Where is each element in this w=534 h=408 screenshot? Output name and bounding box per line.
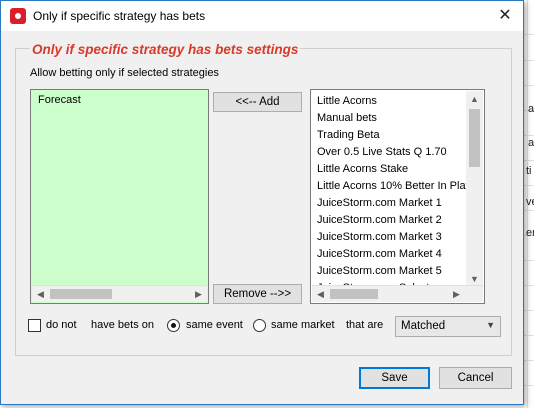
same-event-radio[interactable] — [167, 319, 180, 332]
close-icon[interactable]: ✕ — [493, 5, 517, 27]
list-item[interactable]: Little Acorns 10% Better In Play — [317, 178, 471, 195]
that-are-label: that are — [346, 319, 384, 331]
scrollbar-thumb[interactable] — [469, 109, 480, 167]
list-item[interactable]: JuiceStorm.com Market 5 — [317, 263, 471, 280]
horizontal-scrollbar[interactable]: ◀ ▶ — [312, 285, 483, 302]
strategy-bets-dialog: Only if specific strategy has bets ✕ Onl… — [0, 0, 524, 405]
list-item[interactable]: Little Acorns Stake — [317, 161, 471, 178]
bet-status-select[interactable]: Matched ▼ — [395, 316, 501, 337]
scrollbar-thumb[interactable] — [50, 289, 112, 299]
do-not-label: do not — [46, 319, 77, 331]
have-bets-on-label: have bets on — [91, 319, 154, 331]
remove-button[interactable]: Remove -->> — [213, 284, 302, 304]
bet-status-value: Matched — [401, 320, 446, 332]
list-item[interactable]: Manual bets — [317, 110, 471, 127]
list-item[interactable]: JuiceStorm.com Market 2 — [317, 212, 471, 229]
title-bar[interactable]: Only if specific strategy has bets ✕ — [1, 1, 523, 31]
same-event-label[interactable]: same event — [186, 319, 243, 331]
scroll-left-icon[interactable]: ◀ — [312, 286, 329, 302]
scroll-left-icon[interactable]: ◀ — [32, 286, 49, 302]
list-item[interactable]: Forecast — [38, 94, 81, 106]
list-item[interactable]: Little Acorns — [317, 93, 471, 110]
background-cell-text: ve — [526, 196, 534, 208]
background-cell-text: en — [526, 227, 534, 239]
cancel-button[interactable]: Cancel — [439, 367, 512, 389]
add-button[interactable]: <<-- Add — [213, 92, 302, 112]
scroll-right-icon[interactable]: ▶ — [448, 286, 465, 302]
same-market-label[interactable]: same market — [271, 319, 335, 331]
window-title: Only if specific strategy has bets — [33, 9, 206, 23]
scroll-up-icon[interactable]: ▲ — [466, 91, 483, 107]
list-item[interactable]: Over 0.5 Live Stats Q 1.70 — [317, 144, 471, 161]
list-item[interactable]: JuiceStorm.com Market 4 — [317, 246, 471, 263]
available-strategies-list[interactable]: Little Acorns Manual bets Trading Beta Over… — [310, 89, 485, 304]
do-not-checkbox[interactable] — [28, 319, 41, 332]
vertical-scrollbar[interactable]: ▲ ▼ — [466, 91, 483, 287]
background-cell-text: a — [528, 103, 534, 115]
same-market-radio[interactable] — [253, 319, 266, 332]
scrollbar-thumb[interactable] — [330, 289, 378, 299]
scroll-right-icon[interactable]: ▶ — [190, 286, 207, 302]
selected-strategies-list[interactable]: Forecast ◀ ▶ — [30, 89, 209, 304]
group-heading: Only if specific strategy has bets setti… — [30, 42, 301, 57]
group-subheading: Allow betting only if selected strategie… — [30, 67, 219, 79]
app-logo-icon — [10, 8, 26, 24]
background-cell-text: ti — [526, 165, 532, 177]
save-button[interactable]: Save — [359, 367, 430, 389]
list-item[interactable]: JuiceStorm.com Market 1 — [317, 195, 471, 212]
background-cell-text: a — [528, 137, 534, 149]
chevron-down-icon: ▼ — [486, 320, 495, 330]
list-item[interactable]: Trading Beta — [317, 127, 471, 144]
horizontal-scrollbar[interactable]: ◀ ▶ — [32, 285, 207, 302]
list-item[interactable]: JuiceStorm.com Market 3 — [317, 229, 471, 246]
